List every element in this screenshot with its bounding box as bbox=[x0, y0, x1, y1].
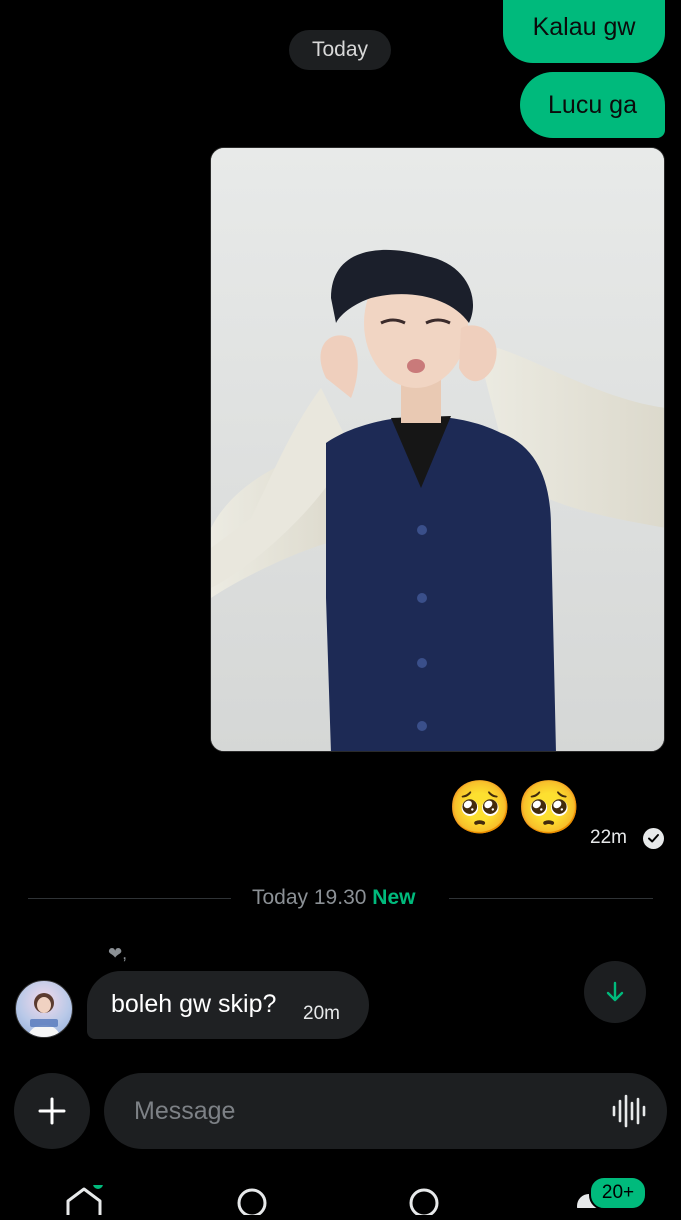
date-separator-label: Today bbox=[311, 38, 369, 61]
divider-time: Today 19.30 bbox=[252, 886, 367, 909]
nav-search[interactable] bbox=[234, 1185, 274, 1220]
voice-waveform-icon bbox=[612, 1094, 646, 1128]
new-label: New bbox=[372, 886, 416, 909]
home-icon bbox=[66, 1179, 103, 1215]
divider-line-left bbox=[28, 898, 231, 899]
avatar-image bbox=[28, 993, 60, 1037]
arrow-down-icon bbox=[606, 981, 624, 1002]
emoji-reply[interactable]: 🥺 bbox=[516, 778, 582, 838]
voice-message-button[interactable] bbox=[610, 1094, 646, 1128]
scroll-to-bottom-button[interactable] bbox=[584, 961, 646, 1023]
notifications-icon bbox=[409, 1188, 439, 1218]
emoji-reply[interactable]: 🥺 bbox=[447, 778, 513, 838]
sent-message-bubble[interactable]: Lucu ga bbox=[520, 72, 665, 138]
search-icon bbox=[237, 1188, 267, 1218]
photo-illustration bbox=[211, 148, 664, 751]
divider-line-right bbox=[449, 898, 653, 899]
check-circle-icon bbox=[643, 828, 664, 849]
date-separator-pill: Today bbox=[289, 30, 391, 70]
message-input[interactable] bbox=[132, 1095, 597, 1127]
nav-communities[interactable] bbox=[406, 1185, 446, 1220]
sent-photo[interactable] bbox=[210, 147, 665, 752]
notification-badge: 20+ bbox=[589, 1176, 647, 1210]
plus-icon bbox=[38, 1097, 66, 1125]
sent-message-bubble[interactable]: Kalau gw bbox=[503, 0, 665, 63]
message-reaction[interactable]: ❤, bbox=[108, 944, 127, 964]
emoji-pleading: 🥺 bbox=[516, 779, 582, 837]
emoji-pleading: 🥺 bbox=[447, 779, 513, 837]
sent-message-text: Lucu ga bbox=[548, 90, 637, 119]
new-messages-divider: Today 19.30 New bbox=[252, 886, 415, 910]
avatar[interactable] bbox=[15, 980, 73, 1038]
nav-home[interactable] bbox=[62, 1179, 106, 1220]
add-attachment-button[interactable] bbox=[14, 1073, 90, 1149]
received-timestamp: 20m bbox=[303, 1003, 340, 1024]
received-message-text: boleh gw skip? bbox=[111, 990, 277, 1018]
sent-message-text: Kalau gw bbox=[532, 13, 636, 41]
sent-timestamp: 22m bbox=[590, 827, 627, 848]
message-input-container bbox=[104, 1073, 667, 1149]
